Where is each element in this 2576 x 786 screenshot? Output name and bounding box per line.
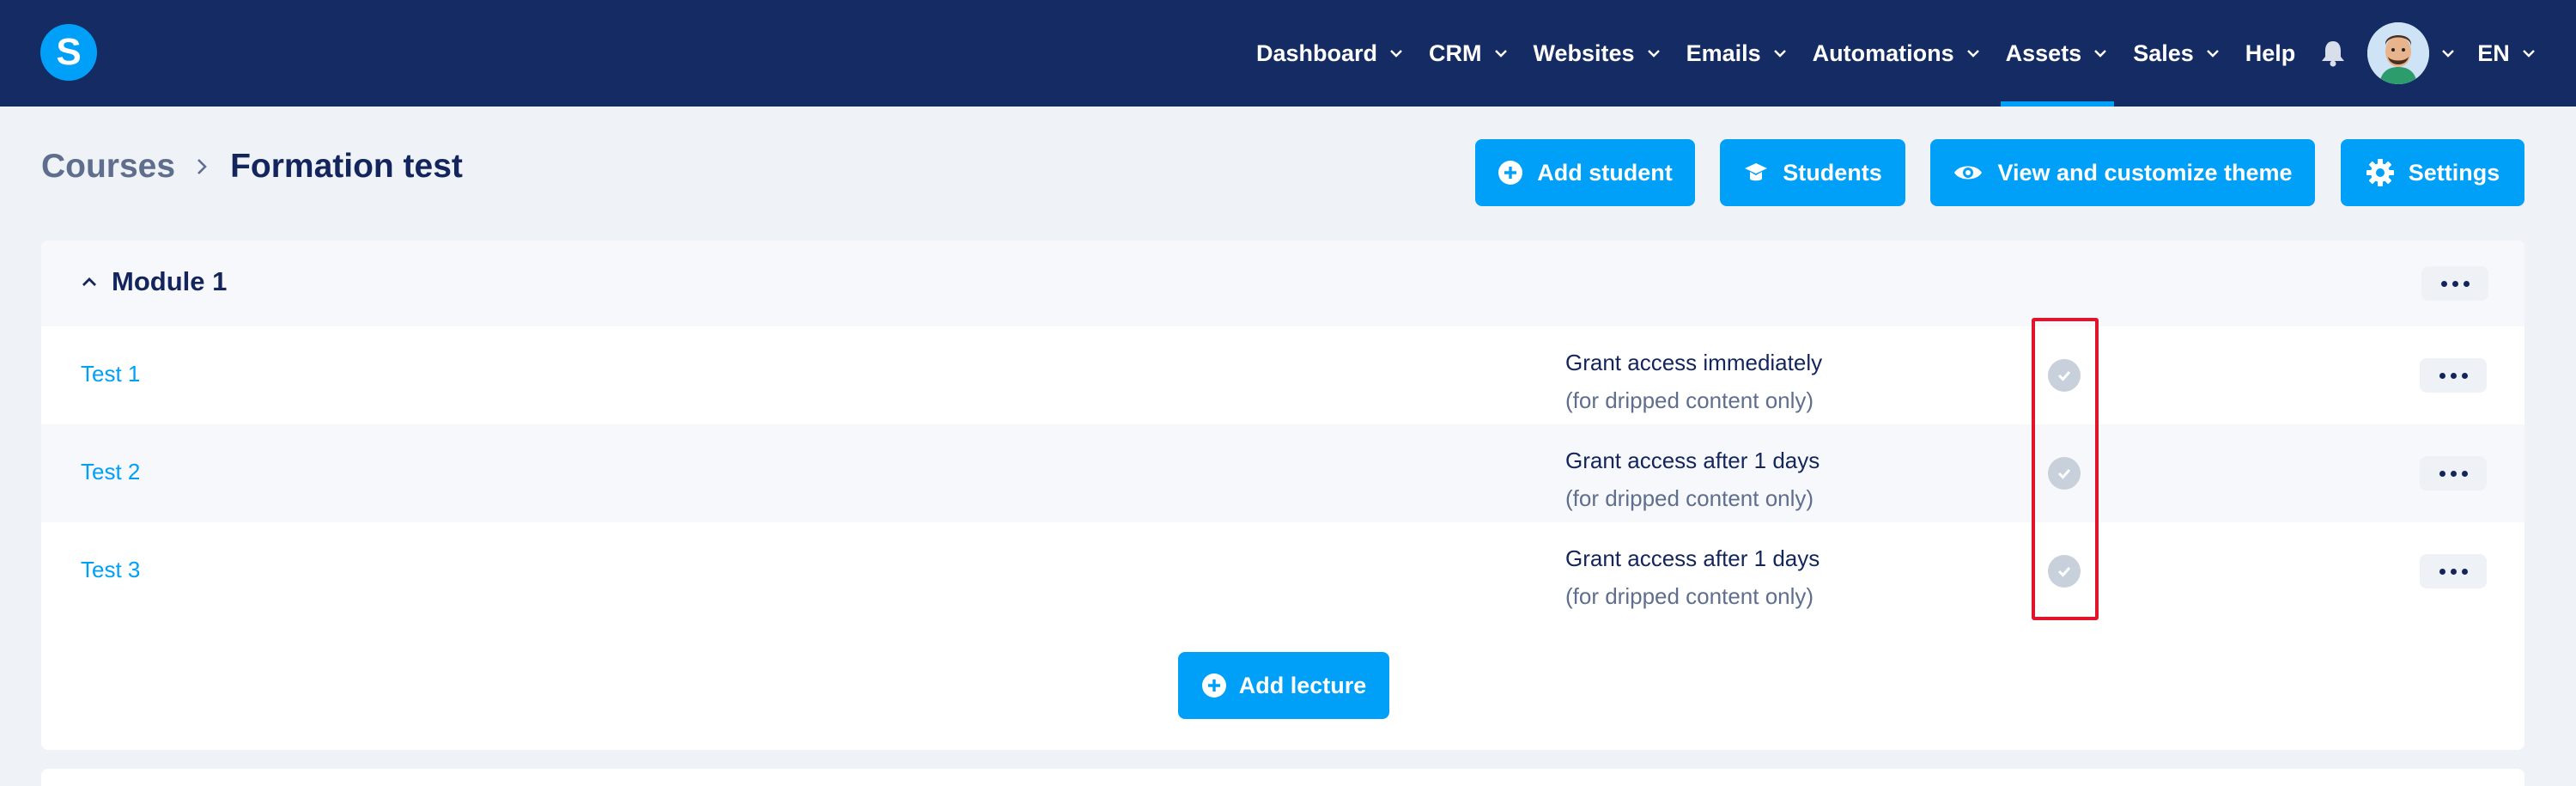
chevron-down-icon xyxy=(2206,50,2219,58)
add-student-button[interactable]: Add student xyxy=(1475,139,1695,206)
language-label: EN xyxy=(2477,40,2510,66)
lecture-link[interactable]: Test 2 xyxy=(81,459,140,485)
app-logo[interactable]: S xyxy=(40,24,97,81)
view-theme-button[interactable]: View and customize theme xyxy=(1930,139,2315,206)
access-note: (for dripped content only) xyxy=(1565,387,1814,413)
settings-label: Settings xyxy=(2408,159,2500,186)
chevron-down-icon xyxy=(2442,50,2455,58)
avatar-image xyxy=(2367,22,2430,84)
nav-item-label: Dashboard xyxy=(1256,40,1378,66)
nav-item-assets[interactable]: Assets xyxy=(1994,0,2122,107)
chevron-down-icon xyxy=(2522,50,2535,58)
students-button[interactable]: Students xyxy=(1720,139,1905,206)
nav-item-label: Assets xyxy=(2005,40,2082,66)
user-menu[interactable] xyxy=(2359,0,2465,107)
header-actions: Add student Students View and customize … xyxy=(0,139,2576,206)
more-icon-dot xyxy=(2463,280,2470,287)
add-lecture-button[interactable]: Add lecture xyxy=(1178,652,1389,719)
nav-item-sales[interactable]: Sales xyxy=(2121,0,2233,107)
highlight-box xyxy=(2032,318,2099,620)
chevron-down-icon xyxy=(1494,50,1507,58)
plus-circle-icon xyxy=(1201,673,1226,698)
module-toggle[interactable]: Module 1 xyxy=(79,266,227,297)
nav-item-label: CRM xyxy=(1429,40,1482,66)
access-rule: Grant access after 1 days xyxy=(1565,545,1820,571)
view-theme-label: View and customize theme xyxy=(1997,159,2293,186)
access-rule: Grant access after 1 days xyxy=(1565,448,1820,473)
add-student-label: Add student xyxy=(1537,159,1673,186)
chevron-down-icon xyxy=(1647,50,1660,58)
nav-item-label: Websites xyxy=(1533,40,1635,66)
chevron-down-icon xyxy=(1390,50,1402,58)
more-icon-dot xyxy=(2440,280,2447,287)
more-icon-dot xyxy=(2450,568,2457,575)
chevron-down-icon xyxy=(1773,50,1786,58)
chevron-down-icon xyxy=(1966,50,1979,58)
module-more-button[interactable] xyxy=(2421,266,2488,301)
add-lecture-label: Add lecture xyxy=(1238,672,1367,698)
notifications-button[interactable] xyxy=(2307,0,2359,107)
access-note: (for dripped content only) xyxy=(1565,485,1814,511)
more-icon-dot xyxy=(2439,372,2445,379)
nav-item-label: Help xyxy=(2245,40,2296,66)
lecture-link[interactable]: Test 3 xyxy=(81,557,140,583)
nav-item-automations[interactable]: Automations xyxy=(1801,0,1994,107)
module-card: Module 1 Test 1 Grant access immediately… xyxy=(41,241,2524,750)
access-rule: Grant access immediately xyxy=(1565,350,1823,375)
plus-circle-icon xyxy=(1498,161,1523,185)
access-note: (for dripped content only) xyxy=(1565,583,1814,609)
module-title: Module 1 xyxy=(112,266,228,296)
language-selector[interactable]: EN xyxy=(2465,0,2549,107)
module-header: Module 1 xyxy=(41,241,2524,326)
students-label: Students xyxy=(1783,159,1882,186)
chevron-down-icon xyxy=(2094,50,2107,58)
more-icon-dot xyxy=(2461,470,2468,477)
access-info: Grant access immediately (for dripped co… xyxy=(1565,344,1822,419)
avatar xyxy=(2367,22,2430,84)
lecture-more-button[interactable] xyxy=(2420,358,2487,393)
access-info: Grant access after 1 days (for dripped c… xyxy=(1565,442,1820,517)
nav-item-dashboard[interactable]: Dashboard xyxy=(1244,0,1417,107)
lecture-row: Test 2 Grant access after 1 days (for dr… xyxy=(41,424,2524,522)
nav-item-label: Sales xyxy=(2133,40,2194,66)
more-icon-dot xyxy=(2450,470,2457,477)
nav-item-websites[interactable]: Websites xyxy=(1522,0,1674,107)
chevron-up-icon xyxy=(82,277,96,286)
lecture-link[interactable]: Test 1 xyxy=(81,361,140,387)
more-icon-dot xyxy=(2439,470,2445,477)
graduation-cap-icon xyxy=(1745,163,1768,181)
access-info: Grant access after 1 days (for dripped c… xyxy=(1565,539,1820,615)
more-icon-dot xyxy=(2439,568,2445,575)
nav-item-crm[interactable]: CRM xyxy=(1417,0,1522,107)
lecture-more-button[interactable] xyxy=(2420,456,2487,490)
nav-item-label: Emails xyxy=(1686,40,1761,66)
more-icon-dot xyxy=(2461,568,2468,575)
top-nav-bar: S Dashboard CRM Websites Emails Automati… xyxy=(0,0,2576,107)
settings-button[interactable]: Settings xyxy=(2341,139,2524,206)
next-module-card xyxy=(41,769,2524,786)
lecture-row: Test 3 Grant access after 1 days (for dr… xyxy=(41,522,2524,620)
more-icon-dot xyxy=(2461,372,2468,379)
nav-item-label: Automations xyxy=(1812,40,1954,66)
more-icon-dot xyxy=(2451,280,2458,287)
gear-icon xyxy=(2366,159,2394,186)
nav-item-emails[interactable]: Emails xyxy=(1674,0,1801,107)
lecture-row: Test 1 Grant access immediately (for dri… xyxy=(41,326,2524,424)
main-nav: Dashboard CRM Websites Emails Automation… xyxy=(1244,0,2549,107)
lecture-more-button[interactable] xyxy=(2420,554,2487,588)
bell-icon xyxy=(2322,41,2345,67)
eye-icon xyxy=(1954,166,1983,180)
more-icon-dot xyxy=(2450,372,2457,379)
nav-item-help[interactable]: Help xyxy=(2233,0,2308,107)
